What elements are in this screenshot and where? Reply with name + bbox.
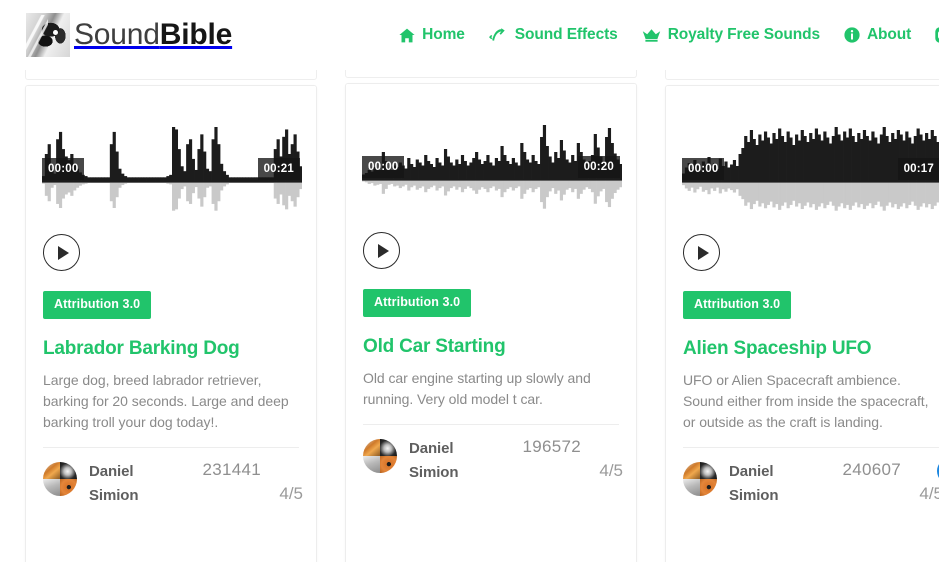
crown-icon xyxy=(642,28,661,43)
brand-text-bible: Bible xyxy=(159,18,233,51)
rating-value: 4/5 xyxy=(599,461,623,481)
waveform-player[interactable]: 00:00 00:21 xyxy=(26,86,316,291)
nav-item-sound-effects[interactable]: Sound Effects xyxy=(488,26,618,44)
license-badge[interactable]: Attribution 3.0 xyxy=(43,291,152,319)
main-navigation: Home Sound Effects Royalty Free Sounds A… xyxy=(399,26,939,44)
play-triangle-icon xyxy=(377,243,389,258)
license-badge[interactable]: Attribution 3.0 xyxy=(683,291,792,319)
time-start-badge: 00:00 xyxy=(42,158,85,180)
sound-description: Large dog, breed labrador retriever, bar… xyxy=(43,372,289,431)
time-start-badge: 00:00 xyxy=(682,158,725,180)
nav-item-royalty-free-sounds[interactable]: Royalty Free Sounds xyxy=(642,26,820,44)
card-footer: Daniel Simion 240607 4/5 xyxy=(683,447,939,508)
brand-text-sound: Sound xyxy=(74,18,160,51)
author-avatar[interactable] xyxy=(363,439,397,474)
sound-title-link[interactable]: Old Car Starting xyxy=(363,336,619,358)
card-footer: Daniel Simion 196572 4/5 xyxy=(363,424,623,485)
sound-card[interactable]: 00:00 00:17 Attribution 3.0 Alien Spaces… xyxy=(665,85,939,562)
sound-card[interactable]: 00:00 00:20 Attribution 3.0 Old Car Star… xyxy=(345,83,637,562)
time-end-badge: 00:20 xyxy=(577,156,620,178)
download-count: 231441 xyxy=(202,460,261,480)
author-avatar[interactable] xyxy=(43,462,77,497)
waveform-player[interactable]: 00:00 00:17 xyxy=(666,86,939,291)
author-name[interactable]: Daniel Simion xyxy=(729,460,821,508)
brand-logo-link[interactable]: SoundBible xyxy=(26,13,232,57)
download-count: 196572 xyxy=(522,437,581,457)
author-name[interactable]: Daniel Simion xyxy=(409,437,501,485)
time-end-badge: 00:17 xyxy=(897,158,939,180)
sound-card-grid: 00:00 00:21 Attribution 3.0 Labrador Bar… xyxy=(0,70,939,562)
soundbible-logo-icon xyxy=(26,13,70,57)
play-triangle-icon xyxy=(57,245,69,260)
play-triangle-icon xyxy=(697,245,709,260)
home-icon xyxy=(399,28,415,43)
rating-value: 4/5 xyxy=(919,484,939,504)
sound-title-link[interactable]: Alien Spaceship UFO xyxy=(683,338,939,360)
sound-card[interactable]: 00:00 00:21 Attribution 3.0 Labrador Bar… xyxy=(25,85,317,562)
nav-item-about-label: About xyxy=(866,26,912,43)
card-stub-previous-row xyxy=(345,70,637,78)
blogger-icon xyxy=(935,27,939,43)
nav-item-about[interactable]: About xyxy=(844,26,911,44)
sound-title-link[interactable]: Labrador Barking Dog xyxy=(43,338,299,360)
license-badge[interactable]: Attribution 3.0 xyxy=(363,289,472,317)
play-button[interactable] xyxy=(363,232,400,269)
sound-effects-icon xyxy=(488,27,508,43)
play-button[interactable] xyxy=(683,234,720,271)
nav-item-blog[interactable]: Bl xyxy=(935,26,939,44)
author-name[interactable]: Daniel Simion xyxy=(89,460,181,508)
rating-value: 4/5 xyxy=(279,484,303,504)
download-count: 240607 xyxy=(842,460,901,480)
info-circle-icon xyxy=(844,27,860,43)
author-avatar[interactable] xyxy=(683,462,717,497)
card-stub-previous-row xyxy=(25,70,317,80)
waveform-player[interactable]: 00:00 00:20 xyxy=(346,84,636,289)
play-button[interactable] xyxy=(43,234,80,271)
card-footer: Daniel Simion 231441 4/5 xyxy=(43,447,303,508)
nav-item-royalty-free-sounds-label: Royalty Free Sounds xyxy=(667,26,820,43)
nav-item-sound-effects-label: Sound Effects xyxy=(514,26,618,43)
nav-item-home-label: Home xyxy=(422,26,465,43)
nav-item-home[interactable]: Home xyxy=(399,26,465,44)
card-stub-previous-row xyxy=(665,70,939,80)
sound-description: UFO or Alien Spacecraft ambience. Sound … xyxy=(683,372,929,431)
brand-wordmark: SoundBible xyxy=(74,20,232,50)
time-start-badge: 00:00 xyxy=(362,156,405,178)
time-end-badge: 00:21 xyxy=(257,158,300,180)
site-header: SoundBible Home Sound Effects Royalty Fr… xyxy=(0,0,939,70)
sound-description: Old car engine starting up slowly and ru… xyxy=(363,370,591,408)
